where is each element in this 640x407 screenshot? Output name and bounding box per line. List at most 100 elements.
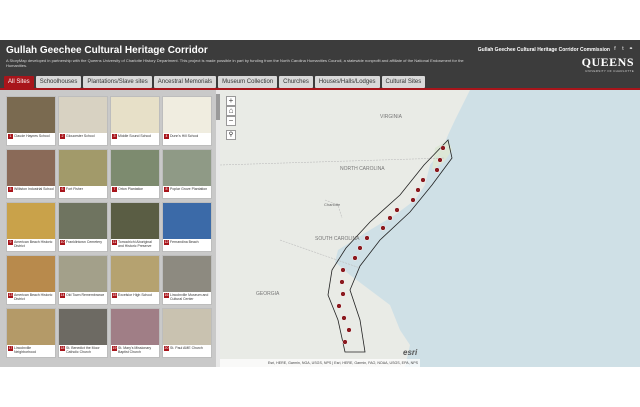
site-thumbnail[interactable]: [7, 309, 55, 345]
site-card[interactable]: 5 Williston Industrial School: [6, 149, 56, 199]
site-marker[interactable]: [387, 215, 393, 221]
twitter-icon[interactable]: t: [620, 46, 626, 52]
site-card[interactable]: 17 Lincolnville Neighborhood: [6, 308, 56, 358]
site-marker[interactable]: [364, 235, 370, 241]
site-marker[interactable]: [336, 303, 342, 309]
link-icon[interactable]: ⚭: [628, 46, 634, 52]
site-thumbnail[interactable]: [59, 97, 107, 133]
state-label-north-carolina: NORTH CAROLINA: [340, 166, 385, 172]
zoom-controls: + ⌂ −: [226, 96, 236, 126]
site-thumbnail[interactable]: [59, 150, 107, 186]
map-canvas[interactable]: VIRGINIA NORTH CAROLINA SOUTH CAROLINA C…: [220, 90, 640, 367]
site-caption: 9 American Beach Historic District: [7, 239, 55, 251]
esri-logo: esri: [403, 348, 418, 357]
site-name: Lincolnville Neighborhood: [14, 346, 36, 354]
site-marker[interactable]: [357, 245, 363, 251]
tab-cultural-sites[interactable]: Cultural Sites: [381, 76, 426, 88]
site-card[interactable]: 16 Lincolnville Museum and Cultural Cente…: [162, 255, 212, 305]
map-view[interactable]: VIRGINIA NORTH CAROLINA SOUTH CAROLINA C…: [220, 90, 640, 367]
search-icon[interactable]: ⚲: [226, 130, 236, 140]
site-number-badge: 8: [164, 187, 169, 192]
site-caption: 1 Claude Haynes School: [7, 133, 55, 145]
home-button[interactable]: ⌂: [226, 106, 236, 116]
storymap-app: Gullah Geechee Cultural Heritage Corrido…: [0, 40, 640, 367]
tab-all-sites[interactable]: All Sites: [4, 76, 34, 88]
site-marker[interactable]: [380, 225, 386, 231]
site-thumbnail[interactable]: [163, 203, 211, 239]
site-number-badge: 16: [164, 293, 169, 298]
site-card[interactable]: 4 Dunn's Hill School: [162, 96, 212, 146]
site-marker[interactable]: [415, 187, 421, 193]
site-thumbnail[interactable]: [111, 309, 159, 345]
tab-museum-collection[interactable]: Museum Collection: [218, 76, 278, 88]
site-number-badge: 14: [60, 293, 65, 298]
site-card[interactable]: 13 American Beach Historic District: [6, 255, 56, 305]
site-thumbnail[interactable]: [7, 256, 55, 292]
site-thumbnail[interactable]: [111, 150, 159, 186]
site-card[interactable]: 11 Tomochichi Aboriginal and Historic Pre…: [110, 202, 160, 252]
site-marker[interactable]: [339, 279, 345, 285]
tab-houses-halls-lodges[interactable]: Houses/Halls/Lodges: [314, 76, 380, 88]
site-marker[interactable]: [434, 167, 440, 173]
site-card[interactable]: 6 Fort Fisher: [58, 149, 108, 199]
site-thumbnail[interactable]: [163, 150, 211, 186]
site-name: Fernandina Beach: [170, 240, 199, 244]
site-card[interactable]: 14 Old Town Remembrance: [58, 255, 108, 305]
site-thumbnail[interactable]: [111, 203, 159, 239]
zoom-in-button[interactable]: +: [226, 96, 236, 106]
site-caption: 10 Franklintown Cemetery: [59, 239, 107, 251]
site-marker[interactable]: [394, 207, 400, 213]
site-thumbnail[interactable]: [7, 203, 55, 239]
site-card[interactable]: 10 Franklintown Cemetery: [58, 202, 108, 252]
site-thumbnail[interactable]: [163, 256, 211, 292]
site-marker[interactable]: [437, 157, 443, 163]
site-number-badge: 11: [112, 240, 117, 245]
site-marker[interactable]: [410, 197, 416, 203]
site-marker[interactable]: [342, 339, 348, 345]
facebook-icon[interactable]: f: [612, 46, 618, 52]
site-thumbnail[interactable]: [7, 150, 55, 186]
site-card[interactable]: 1 Claude Haynes School: [6, 96, 56, 146]
site-marker[interactable]: [340, 267, 346, 273]
tab-ancestral-memorials[interactable]: Ancestral Memorials: [153, 76, 217, 88]
queens-logo[interactable]: QUEENS: [582, 55, 634, 70]
site-card[interactable]: 19 St. Mary's Missionary Baptist Church: [110, 308, 160, 358]
site-card[interactable]: 8 Poplar Grove Plantation: [162, 149, 212, 199]
site-card[interactable]: 12 Fernandina Beach: [162, 202, 212, 252]
state-label-georgia: GEORGIA: [256, 291, 280, 297]
site-thumbnail[interactable]: [59, 256, 107, 292]
site-card[interactable]: 7 Orton Plantation: [110, 149, 160, 199]
zoom-out-button[interactable]: −: [226, 116, 236, 126]
site-marker[interactable]: [440, 145, 446, 151]
city-label-charlotte: Charlotte: [324, 202, 341, 207]
site-card[interactable]: 3 Middle Sound School: [110, 96, 160, 146]
site-name: Old Town Remembrance: [66, 293, 105, 297]
site-caption: 12 Fernandina Beach: [163, 239, 211, 251]
site-name: St. Paul AME Church: [170, 346, 203, 350]
site-caption: 11 Tomochichi Aboriginal and Historic Pre…: [111, 239, 159, 251]
site-marker[interactable]: [346, 327, 352, 333]
queens-logo-subtitle: UNIVERSITY OF CHARLOTTE: [585, 69, 634, 73]
tab-schoolhouses[interactable]: Schoolhouses: [35, 76, 82, 88]
site-thumbnail[interactable]: [7, 97, 55, 133]
site-marker[interactable]: [341, 315, 347, 321]
site-thumbnail[interactable]: [59, 203, 107, 239]
site-thumbnail[interactable]: [163, 97, 211, 133]
site-number-badge: 13: [8, 293, 13, 298]
site-marker[interactable]: [352, 255, 358, 261]
commission-link[interactable]: Gullah Geechee Cultural Heritage Corrido…: [478, 47, 610, 53]
site-marker[interactable]: [340, 291, 346, 297]
tab-churches[interactable]: Churches: [279, 76, 313, 88]
site-card[interactable]: 15 Excelsior High School: [110, 255, 160, 305]
site-thumbnail[interactable]: [111, 256, 159, 292]
site-marker[interactable]: [420, 177, 426, 183]
site-thumbnail[interactable]: [163, 309, 211, 345]
site-thumbnail[interactable]: [111, 97, 159, 133]
site-thumbnail[interactable]: [59, 309, 107, 345]
site-card[interactable]: 2 Gloucester School: [58, 96, 108, 146]
tab-plantations[interactable]: Plantations/Slave sites: [83, 76, 152, 88]
site-card[interactable]: 18 St. Benedict the Moor Catholic Church: [58, 308, 108, 358]
site-card[interactable]: 20 St. Paul AME Church: [162, 308, 212, 358]
site-card[interactable]: 9 American Beach Historic District: [6, 202, 56, 252]
site-name: Poplar Grove Plantation: [170, 187, 208, 191]
